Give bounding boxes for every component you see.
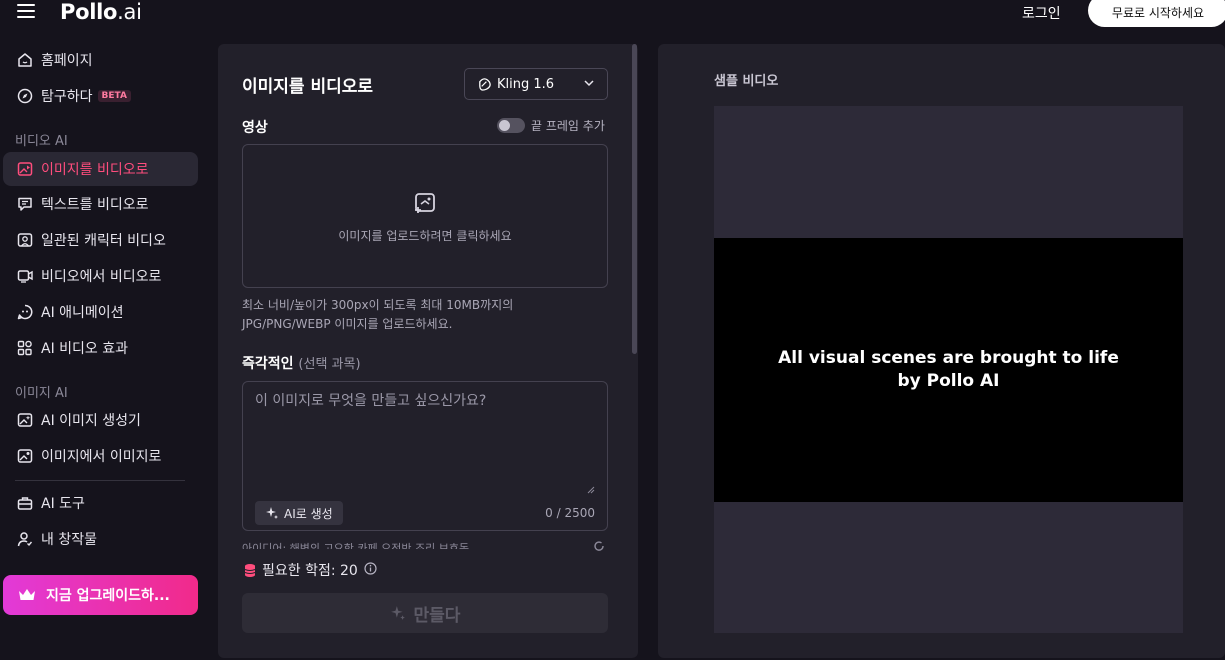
image-video-icon: [16, 160, 34, 178]
logo[interactable]: Pollo.ai: [60, 0, 142, 24]
sidebar-item-label: AI 애니메이션: [41, 305, 124, 321]
crown-icon: [18, 587, 36, 603]
sidebar-item-image-to-video[interactable]: 이미지를 비디오로: [3, 152, 198, 186]
resize-handle-icon[interactable]: [587, 482, 595, 498]
toolbox-icon: [16, 494, 34, 512]
chevron-down-icon: [583, 77, 595, 93]
video-video-icon: [16, 267, 34, 285]
sidebar-item-label: 홈페이지: [41, 53, 93, 69]
prompt-optional: (선택 과목): [298, 357, 361, 372]
hint-line-1: 최소 너비/높이가 300px이 되도록 최대 10MB까지의: [242, 298, 514, 312]
sidebar-item-image-to-image[interactable]: 이미지에서 이미지로: [3, 439, 198, 473]
sidebar-item-ai-tools[interactable]: AI 도구: [3, 486, 198, 520]
panel-title: 이미지를 비디오로: [242, 77, 374, 97]
character-icon: [16, 231, 34, 249]
kling-icon: [477, 77, 492, 92]
panel-scrollbar[interactable]: [632, 44, 637, 354]
create-button[interactable]: 만들다: [242, 593, 608, 633]
sidebar-item-my-creations[interactable]: 내 창작물: [3, 522, 198, 556]
beta-badge: BETA: [97, 90, 131, 102]
create-label: 만들다: [413, 605, 461, 626]
prompt-input[interactable]: 이 이미지로 무엇을 만들고 싶으신가요? AI로 생성 0 / 2500: [242, 381, 608, 531]
ai-generate-label: AI로 생성: [284, 506, 333, 521]
generator-panel: 이미지를 비디오로 Kling 1.6 영상 끝 프레임 추가 이미지를 업로드…: [218, 44, 638, 658]
sample-video[interactable]: All visual scenes are brought to life by…: [714, 106, 1183, 633]
sparkle-icon: [390, 605, 406, 621]
section-image-ai: 이미지 AI: [15, 386, 68, 401]
sidebar-item-ai-image-generator[interactable]: AI 이미지 생성기: [3, 403, 198, 437]
ai-generate-button[interactable]: AI로 생성: [255, 501, 343, 525]
end-frame-label: 끝 프레임 추가: [531, 119, 605, 133]
prompt-ideas-text: 아이디어: 해변의 고요한 카페 오전반 조리 보호독: [242, 542, 470, 549]
upload-text: 이미지를 업로드하려면 클릭하세요: [338, 229, 512, 243]
start-free-button[interactable]: 무료로 시작하세요: [1088, 0, 1225, 27]
refresh-icon[interactable]: [593, 540, 605, 556]
sidebar-item-label: 이미지를 비디오로: [41, 162, 149, 178]
sidebar-item-label: 탐구하다: [41, 89, 93, 105]
compass-icon: [16, 87, 34, 105]
sidebar-item-label: AI 이미지 생성기: [41, 413, 141, 429]
image-upload-icon: [413, 191, 437, 219]
sidebar-item-explore[interactable]: 탐구하다 BETA: [3, 79, 198, 113]
image-generator-icon: [16, 411, 34, 429]
sidebar: 홈페이지 탐구하다 BETA 비디오 AI 이미지를 비디오로 텍스트를 비디오…: [0, 40, 210, 660]
char-counter: 0 / 2500: [545, 506, 595, 520]
video-caption: All visual scenes are brought to life by…: [778, 347, 1119, 393]
animation-icon: [16, 303, 34, 321]
prompt-label-text: 즉각적인: [242, 356, 294, 372]
sidebar-item-label: 일관된 캐릭터 비디오: [41, 233, 166, 249]
sidebar-divider: [15, 480, 185, 481]
upgrade-button[interactable]: 지금 업그레이드하...: [3, 575, 198, 615]
video-frame: All visual scenes are brought to life by…: [714, 238, 1183, 502]
sidebar-item-label: AI 도구: [41, 496, 85, 512]
prompt-placeholder: 이 이미지로 무엇을 만들고 싶으신가요?: [255, 393, 487, 409]
top-bar: Pollo.ai 로그인 무료로 시작하세요: [0, 0, 1225, 27]
end-frame-control: 끝 프레임 추가: [497, 117, 605, 134]
sidebar-item-ai-video-effects[interactable]: AI 비디오 효과: [3, 331, 198, 365]
effects-grid-icon: [16, 339, 34, 357]
sidebar-item-label: 텍스트를 비디오로: [41, 197, 149, 213]
image-image-icon: [16, 447, 34, 465]
sidebar-item-label: 이미지에서 이미지로: [41, 449, 162, 465]
end-frame-toggle[interactable]: [497, 118, 525, 133]
preview-panel: 샘플 비디오 All visual scenes are brought to …: [658, 44, 1225, 658]
sidebar-item-label: AI 비디오 효과: [41, 341, 129, 357]
video-caption-line-2: by Pollo AI: [897, 371, 1000, 391]
sidebar-item-consistent-character[interactable]: 일관된 캐릭터 비디오: [3, 223, 198, 257]
video-caption-line-1: All visual scenes are brought to life: [778, 348, 1119, 368]
sidebar-item-ai-animation[interactable]: AI 애니메이션: [3, 295, 198, 329]
home-icon: [16, 51, 34, 69]
user-icon: [16, 530, 34, 548]
menu-icon[interactable]: [17, 4, 35, 20]
video-label: 영상: [242, 120, 268, 136]
credits-required: 필요한 학점: 20: [244, 560, 377, 580]
sidebar-item-home[interactable]: 홈페이지: [3, 43, 198, 77]
sidebar-item-label: 내 창작물: [41, 532, 97, 548]
hint-line-2: JPG/PNG/WEBP 이미지를 업로드하세요.: [242, 317, 453, 331]
upload-hint: 최소 너비/높이가 300px이 되도록 최대 10MB까지의 JPG/PNG/…: [242, 296, 612, 334]
upgrade-label: 지금 업그레이드하...: [46, 588, 170, 604]
model-select[interactable]: Kling 1.6: [464, 68, 608, 100]
coins-icon: [244, 563, 256, 578]
sidebar-item-video-to-video[interactable]: 비디오에서 비디오로: [3, 259, 198, 293]
sparkle-icon: [265, 506, 279, 520]
section-video-ai: 비디오 AI: [15, 134, 68, 149]
sidebar-item-label: 비디오에서 비디오로: [41, 269, 162, 285]
model-label: Kling 1.6: [497, 76, 555, 92]
logo-text: Pollo: [60, 0, 118, 24]
image-upload-area[interactable]: 이미지를 업로드하려면 클릭하세요: [242, 144, 608, 288]
info-icon[interactable]: [364, 561, 377, 579]
sidebar-item-text-to-video[interactable]: 텍스트를 비디오로: [3, 187, 198, 221]
login-link[interactable]: 로그인: [1022, 3, 1061, 23]
credits-text: 필요한 학점: 20: [262, 563, 358, 579]
logo-suffix: .ai: [117, 0, 142, 24]
text-video-icon: [16, 195, 34, 213]
prompt-label: 즉각적인 (선택 과목): [242, 353, 361, 373]
sample-video-label: 샘플 비디오: [714, 74, 779, 89]
prompt-ideas[interactable]: 아이디어: 해변의 고요한 카페 오전반 조리 보호독: [242, 537, 612, 549]
